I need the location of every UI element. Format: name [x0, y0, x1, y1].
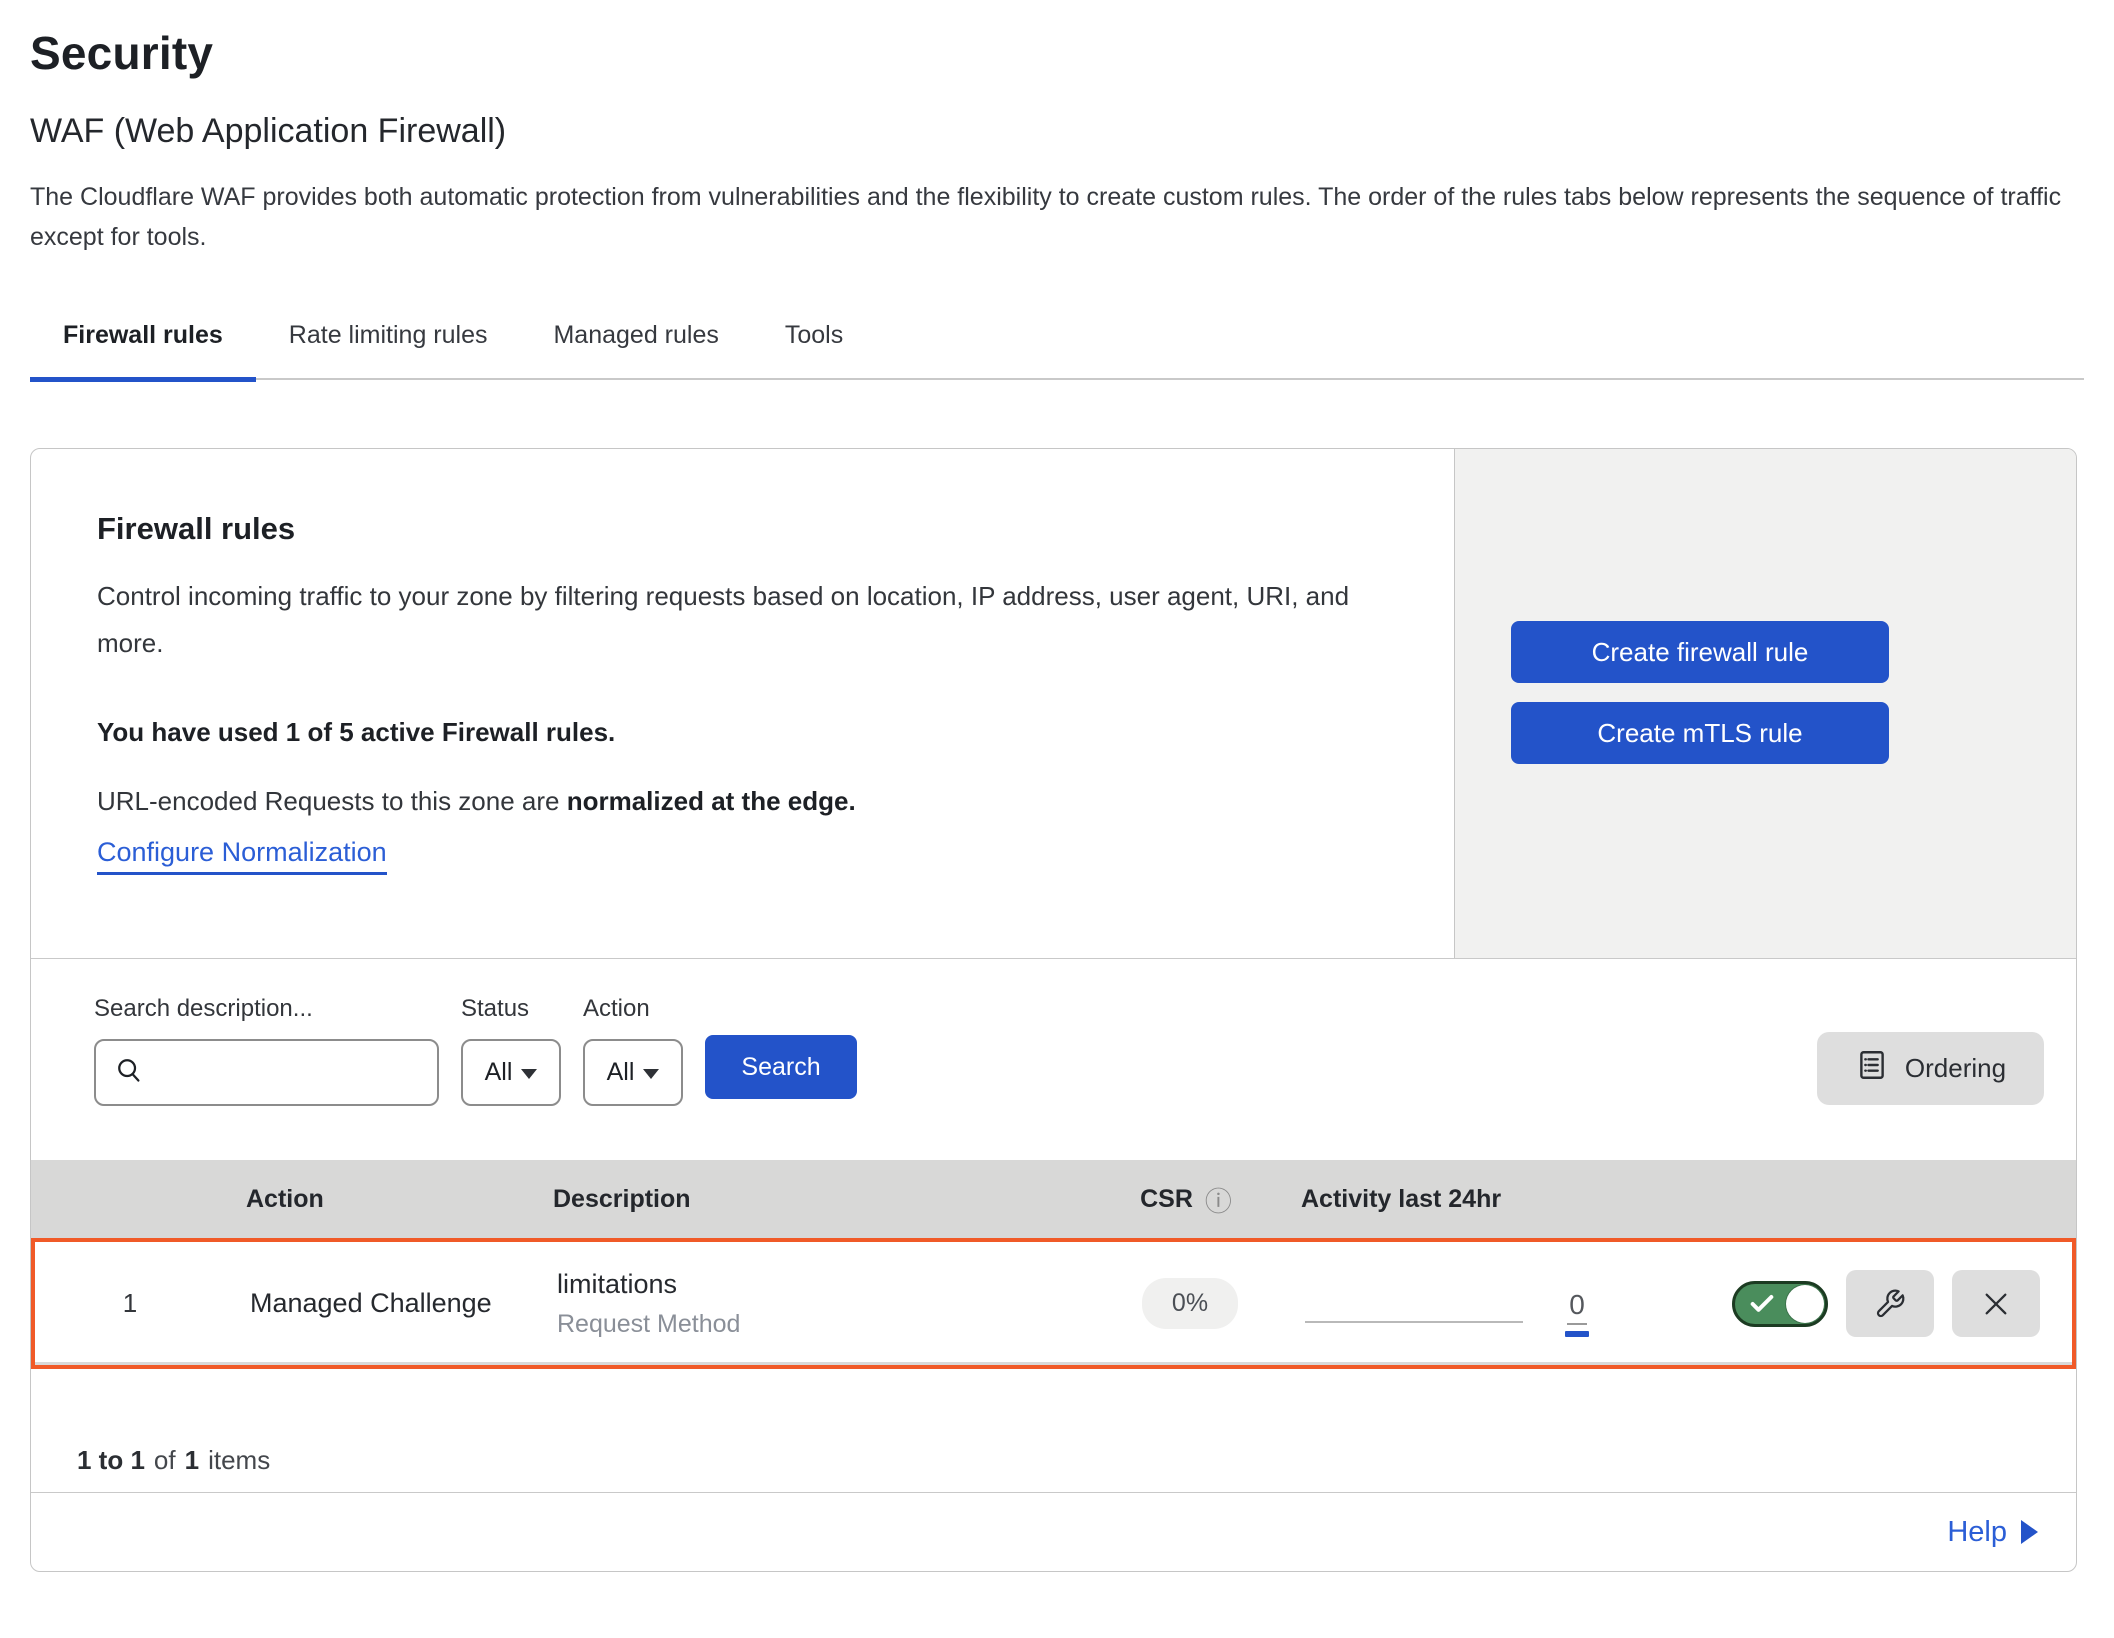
ordering-list-icon: [1855, 1048, 1889, 1089]
rule-description: limitations: [557, 1269, 1075, 1300]
normalization-note: URL-encoded Requests to this zone are no…: [97, 786, 1394, 817]
status-select[interactable]: All: [461, 1039, 561, 1106]
header-activity: Activity last 24hr: [1301, 1185, 1661, 1214]
activity-sparkline: [1305, 1321, 1523, 1323]
tab-bar: Firewall rules Rate limiting rules Manag…: [30, 309, 2084, 380]
chevron-down-icon: [521, 1069, 537, 1079]
activity-count-underline: [1565, 1331, 1589, 1337]
csr-badge: 0%: [1142, 1278, 1238, 1329]
page-description: The Cloudflare WAF provides both automat…: [30, 177, 2080, 257]
action-field-group: Action All: [583, 995, 683, 1106]
filter-bar: Search description... Status All Action: [31, 959, 2076, 1160]
card-title: Firewall rules: [97, 511, 1394, 547]
wrench-icon: [1874, 1288, 1906, 1320]
status-select-value: All: [485, 1058, 513, 1087]
pagination-total: 1: [185, 1445, 199, 1476]
ordering-button[interactable]: Ordering: [1817, 1032, 2044, 1105]
pagination-items: items: [208, 1445, 270, 1476]
header-csr-label: CSR: [1140, 1185, 1193, 1214]
rule-activity-cell: 0: [1305, 1271, 1665, 1337]
search-field-group: Search description...: [94, 995, 439, 1106]
search-label: Search description...: [94, 995, 439, 1023]
firewall-rules-card: Firewall rules Control incoming traffic …: [30, 448, 2077, 1572]
card-overview-section: Firewall rules Control incoming traffic …: [31, 449, 2076, 959]
tab-managed-rules[interactable]: Managed rules: [520, 309, 751, 378]
table-header-row: Action Description CSR ⓘ Activity last 2…: [31, 1160, 2076, 1238]
header-description: Description: [541, 1185, 1071, 1214]
search-icon: [114, 1055, 144, 1090]
create-mtls-rule-button[interactable]: Create mTLS rule: [1511, 702, 1889, 764]
search-input[interactable]: [156, 1059, 437, 1087]
chevron-down-icon: [643, 1069, 659, 1079]
status-field-group: Status All: [461, 995, 561, 1106]
action-select-value: All: [607, 1058, 635, 1087]
pagination-range: 1 to 1: [77, 1445, 145, 1476]
checkmark-icon: [1748, 1290, 1776, 1318]
search-box: [94, 1039, 439, 1106]
header-csr: CSR ⓘ: [1071, 1180, 1301, 1219]
configure-normalization-link[interactable]: Configure Normalization: [97, 837, 387, 875]
action-select[interactable]: All: [583, 1039, 683, 1106]
normalization-prefix: URL-encoded Requests to this zone are: [97, 786, 567, 816]
card-description: Control incoming traffic to your zone by…: [97, 573, 1387, 667]
card-actions-panel: Create firewall rule Create mTLS rule: [1454, 449, 2076, 958]
page-subtitle: WAF (Web Application Firewall): [30, 112, 2084, 151]
page-title: Security: [30, 26, 2084, 80]
info-icon[interactable]: ⓘ: [1205, 1180, 1232, 1219]
toggle-knob: [1786, 1285, 1824, 1323]
rule-enabled-toggle[interactable]: [1732, 1281, 1828, 1327]
help-link-label: Help: [1947, 1516, 2007, 1549]
rule-csr-cell: 0%: [1075, 1278, 1305, 1329]
arrow-right-icon: [2021, 1520, 2038, 1544]
delete-rule-button[interactable]: [1952, 1270, 2040, 1337]
rule-priority: 1: [35, 1288, 225, 1319]
activity-count: 0: [1567, 1289, 1587, 1325]
action-label: Action: [583, 995, 683, 1023]
card-overview-text: Firewall rules Control incoming traffic …: [31, 449, 1454, 958]
activity-count-link[interactable]: 0: [1565, 1289, 1589, 1337]
help-link[interactable]: Help: [1947, 1516, 2038, 1549]
usage-note: You have used 1 of 5 active Firewall rul…: [97, 717, 1394, 748]
header-action: Action: [221, 1185, 541, 1214]
pagination-of: of: [154, 1445, 176, 1476]
normalization-bold: normalized at the edge.: [567, 786, 856, 816]
tab-rate-limiting-rules[interactable]: Rate limiting rules: [256, 309, 521, 378]
security-waf-page: Security WAF (Web Application Firewall) …: [0, 0, 2114, 1572]
rule-action: Managed Challenge: [225, 1288, 545, 1319]
pagination-summary: 1 to 1 of 1 items: [31, 1369, 2076, 1492]
search-button[interactable]: Search: [705, 1035, 857, 1099]
card-footer: Help: [31, 1492, 2076, 1571]
create-firewall-rule-button[interactable]: Create firewall rule: [1511, 621, 1889, 683]
tab-firewall-rules[interactable]: Firewall rules: [30, 309, 256, 378]
status-label: Status: [461, 995, 561, 1023]
rule-description-cell: limitations Request Method: [545, 1269, 1075, 1339]
firewall-rule-row: 1 Managed Challenge limitations Request …: [31, 1238, 2076, 1369]
rule-controls: [1665, 1270, 2072, 1337]
tab-tools[interactable]: Tools: [752, 309, 876, 378]
rule-expression: Request Method: [557, 1310, 1075, 1339]
x-icon: [1980, 1288, 2012, 1320]
ordering-button-label: Ordering: [1905, 1053, 2006, 1084]
edit-rule-button[interactable]: [1846, 1270, 1934, 1337]
